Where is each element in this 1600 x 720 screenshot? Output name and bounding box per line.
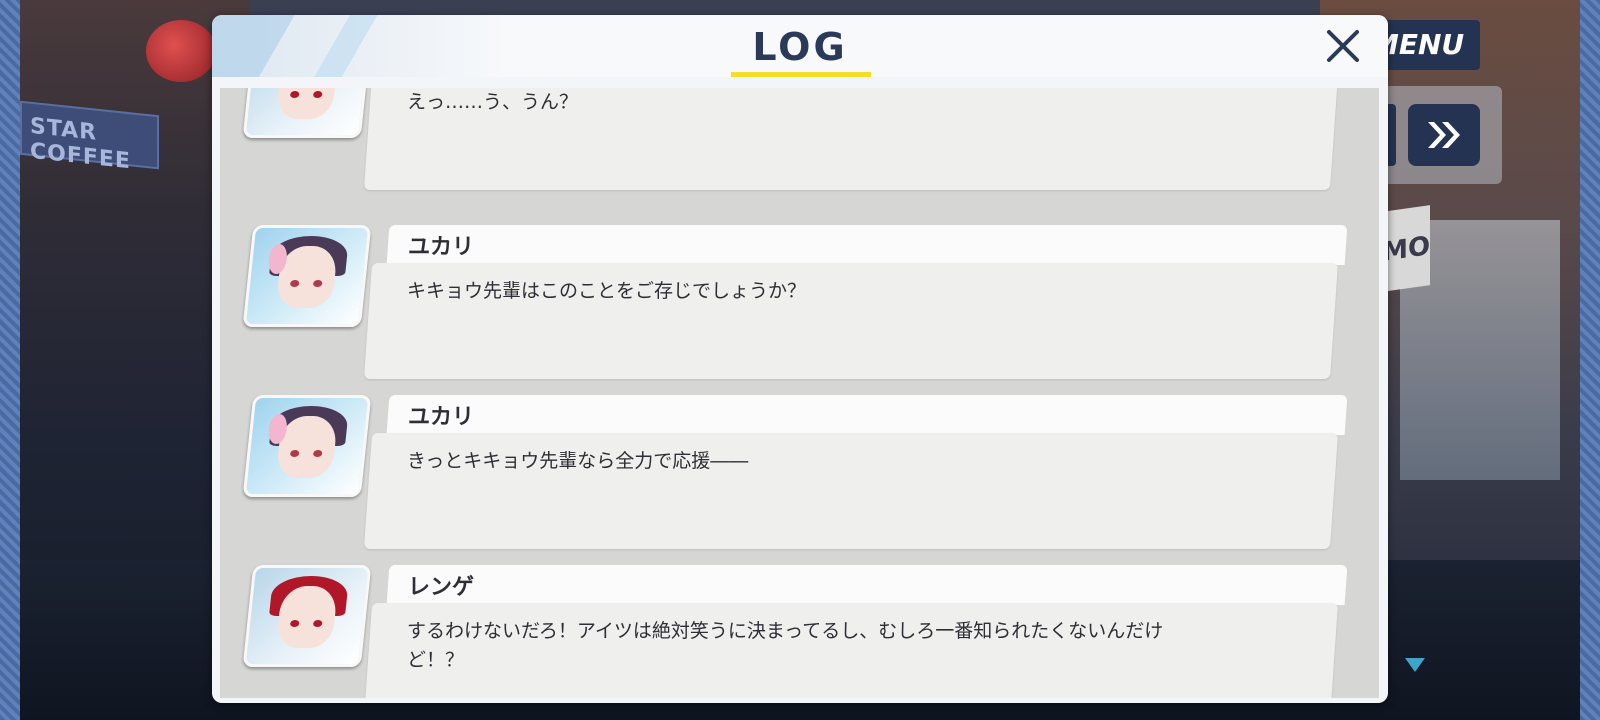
avatar-face bbox=[275, 88, 339, 119]
log-entry: えっ……う、うん？ bbox=[220, 88, 1379, 206]
log-title: LOG bbox=[752, 25, 848, 69]
speaker-name: ユカリ bbox=[408, 235, 475, 260]
speaker-avatar-yukari bbox=[242, 395, 372, 497]
speaker-name-bar bbox=[386, 565, 1348, 605]
speaker-name: ユカリ bbox=[408, 405, 475, 430]
message-text: えっ……う、うん？ bbox=[407, 91, 579, 113]
speaker-name-bar bbox=[386, 395, 1348, 435]
speaker-avatar-yukari bbox=[242, 225, 372, 327]
log-dialog: LOG えっ……う、うん？ ユカリ キキョウ先輩はこのことをご存じでしょうか？ … bbox=[212, 15, 1388, 703]
double-chevron-right-icon bbox=[1428, 122, 1460, 148]
message-text: するわけないだろ！アイツは絶対笑うに決まってるし、むしろ一番知られたくないんだけ… bbox=[407, 620, 1164, 671]
left-border-stripe bbox=[0, 0, 20, 720]
log-entry: ユカリ きっとキキョウ先輩なら全力で応援―― bbox=[220, 395, 1379, 565]
log-entry: ユカリ キキョウ先輩はこのことをご存じでしょうか？ bbox=[220, 225, 1379, 395]
log-scroll-area[interactable]: えっ……う、うん？ ユカリ キキョウ先輩はこのことをご存じでしょうか？ ユカリ … bbox=[220, 88, 1379, 698]
log-entry: レンゲ するわけないだろ！アイツは絶対笑うに決まってるし、むしろ一番知られたくな… bbox=[220, 565, 1379, 698]
close-icon bbox=[1327, 30, 1359, 62]
skip-button[interactable] bbox=[1408, 104, 1480, 166]
speaker-name: レンゲ bbox=[408, 575, 475, 600]
log-header: LOG bbox=[212, 15, 1388, 77]
message-text: きっとキキョウ先輩なら全力で応援―― bbox=[407, 450, 749, 472]
close-button[interactable] bbox=[1324, 27, 1362, 65]
message-text: キキョウ先輩はこのことをご存じでしょうか？ bbox=[407, 280, 807, 302]
scroll-down-indicator-icon[interactable] bbox=[1405, 658, 1425, 672]
red-lantern bbox=[146, 20, 216, 82]
speaker-avatar-renge bbox=[242, 565, 372, 667]
right-border-stripe bbox=[1580, 0, 1600, 720]
speaker-avatar-renge bbox=[242, 88, 372, 138]
speaker-name-bar bbox=[386, 225, 1348, 265]
title-underline bbox=[731, 72, 871, 77]
